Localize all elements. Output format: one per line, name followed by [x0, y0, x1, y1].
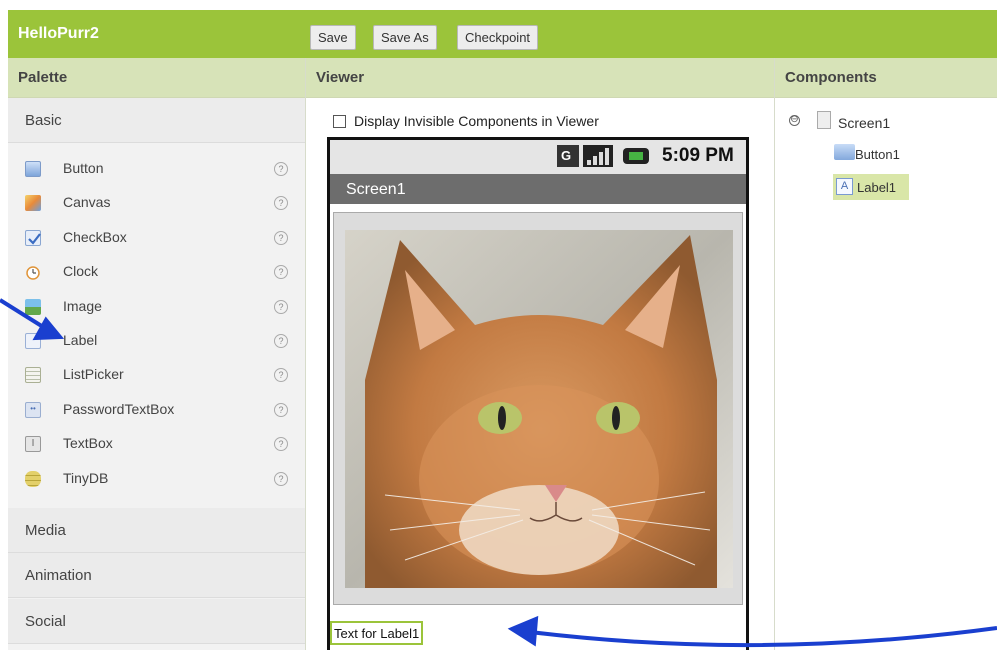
arrow-to-label1 — [507, 615, 997, 648]
arrow-to-palette-label — [0, 298, 65, 341]
annotation-arrows — [0, 298, 997, 648]
